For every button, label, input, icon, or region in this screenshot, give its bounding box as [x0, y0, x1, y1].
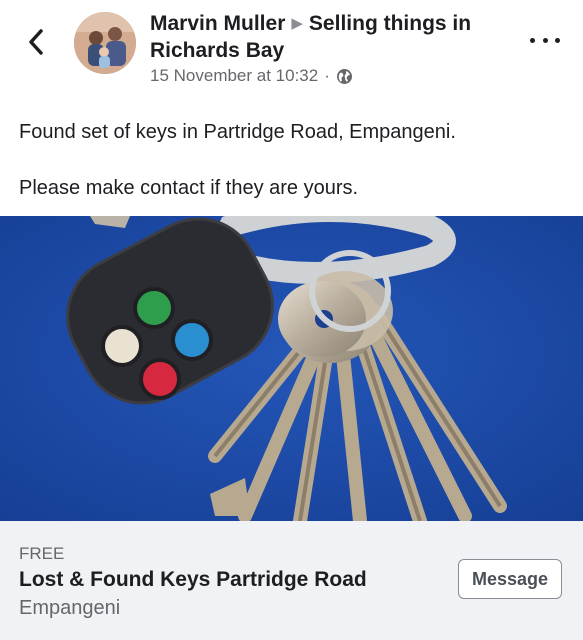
chevron-left-icon	[29, 29, 43, 55]
listing-title[interactable]: Lost & Found Keys Partridge Road	[19, 568, 367, 592]
post-paragraph: Please make contact if they are yours.	[19, 177, 359, 199]
arrow-right-icon: ▶	[291, 15, 303, 32]
more-dots-icon	[530, 37, 535, 43]
keys-photo[interactable]	[0, 216, 583, 521]
post-body: Found set of keys in Partridge Road, Emp…	[19, 118, 564, 230]
marketplace-listing[interactable]: FREE Lost & Found Keys Partridge Road Em…	[0, 521, 583, 640]
message-button[interactable]: Message	[458, 559, 562, 599]
listing-location: Empangeni	[19, 597, 121, 619]
globe-icon	[336, 68, 352, 84]
listing-price: FREE	[19, 544, 65, 563]
avatar[interactable]	[74, 12, 136, 74]
post-title: Marvin Muller ▶ Selling things in Richards…	[150, 10, 520, 64]
post-header: Marvin Muller ▶ Selling things in Richards…	[0, 0, 583, 105]
meta-separator: ·	[324, 66, 330, 85]
more-options-button[interactable]	[530, 28, 560, 52]
author-name[interactable]: Marvin Muller	[150, 12, 285, 35]
post-meta: 15 November at 10:32 ·	[150, 66, 353, 86]
post-paragraph: Found set of keys in Partridge Road, Emp…	[19, 121, 456, 143]
back-button[interactable]	[22, 26, 50, 58]
post-timestamp[interactable]: 15 November at 10:32	[150, 66, 318, 86]
